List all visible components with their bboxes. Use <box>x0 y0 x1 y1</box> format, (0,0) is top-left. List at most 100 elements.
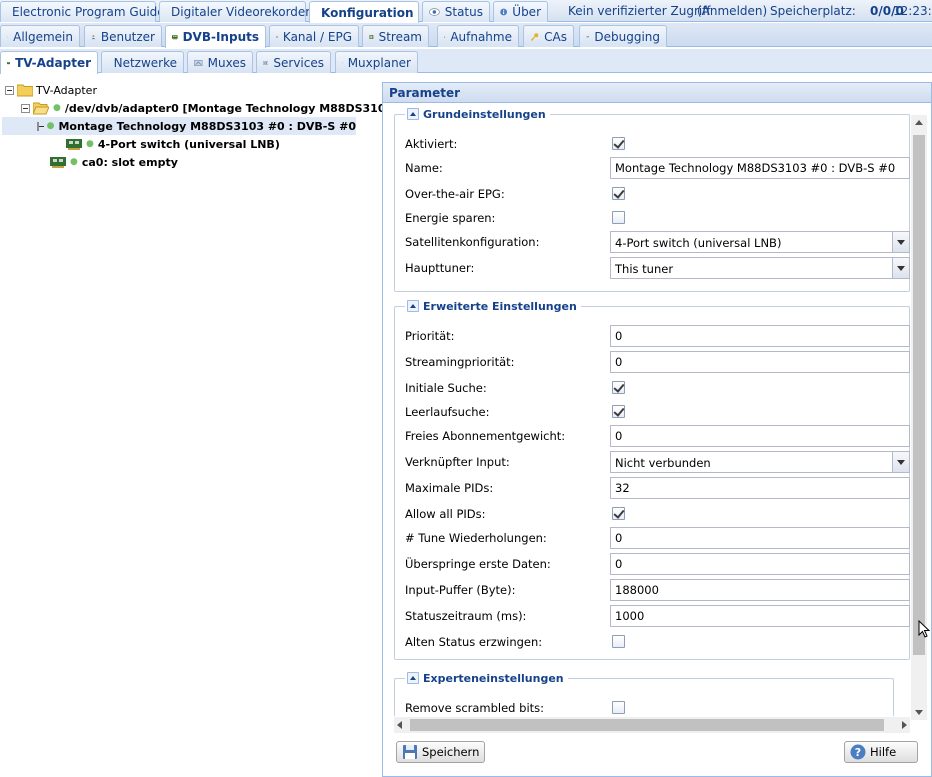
chevron-down-icon[interactable] <box>892 258 909 278</box>
save-button[interactable]: Speichern <box>396 741 486 763</box>
login-link[interactable]: (Anmelden) <box>697 4 767 18</box>
tab-status[interactable]: Status <box>422 1 490 22</box>
tab-channel-epg[interactable]: Kanal / EPG <box>269 25 359 47</box>
field-max-pids: Maximale PIDs: <box>405 477 911 499</box>
enabled-checkbox[interactable] <box>612 137 625 150</box>
expert-settings-legend[interactable]: Experteneinstellungen <box>405 670 568 686</box>
collapse-icon[interactable] <box>5 85 14 95</box>
tree-node-lnb[interactable]: ● 4-Port switch (universal LNB) <box>66 135 280 153</box>
film-icon <box>369 34 374 39</box>
field-input-buffer-label: Input-Puffer (Byte): <box>405 583 516 597</box>
master-tuner-select[interactable]: This tuner <box>610 257 910 279</box>
ota-epg-checkbox[interactable] <box>612 187 625 200</box>
name-input[interactable] <box>610 157 910 179</box>
field-status-period-label: Statuszeitraum (ms): <box>405 609 527 623</box>
tab-stream[interactable]: Stream <box>362 25 429 47</box>
tab-networks-label: Netzwerke <box>113 55 177 70</box>
power-save-checkbox[interactable] <box>612 211 625 224</box>
tools-icon <box>7 36 9 37</box>
tab-stream-label: Stream <box>378 29 422 44</box>
horizontal-scrollbar[interactable] <box>394 717 910 733</box>
scroll-up-icon[interactable] <box>915 120 923 125</box>
save-icon <box>403 745 417 759</box>
chevron-down-icon[interactable] <box>892 232 909 252</box>
field-stream-priority-label: Streamingpriorität: <box>405 355 515 369</box>
advanced-settings-legend[interactable]: Erweiterte Einstellungen <box>405 298 581 314</box>
idle-scan-checkbox[interactable] <box>612 405 625 418</box>
help-button-label: Hilfe <box>870 745 897 759</box>
help-button[interactable]: ? Hilfe <box>844 741 918 763</box>
chevron-down-icon[interactable] <box>892 452 909 472</box>
field-max-pids-label: Maximale PIDs: <box>405 481 494 495</box>
status-dot-icon: ● <box>53 103 61 113</box>
collapse-icon[interactable] <box>37 121 45 131</box>
tab-users[interactable]: Benutzer <box>84 25 162 47</box>
tab-epg[interactable]: EPG Electronic Program Guide <box>0 1 165 22</box>
master-tuner-value: This tuner <box>615 262 674 276</box>
tab-general[interactable]: Allgemein <box>0 25 80 47</box>
tab-recording[interactable]: REC Aufnahme <box>437 25 519 47</box>
horizontal-scroll-thumb[interactable] <box>410 719 884 731</box>
field-ota-epg: Over-the-air EPG: <box>405 183 911 205</box>
sat-config-select[interactable]: 4-Port switch (universal LNB) <box>610 231 910 253</box>
allow-all-pids-checkbox[interactable] <box>612 507 625 520</box>
adapter-icon <box>66 139 82 150</box>
status-dot-icon: ● <box>70 157 78 167</box>
collapse-icon[interactable] <box>407 300 419 312</box>
stream-priority-input[interactable] <box>610 351 910 373</box>
field-remove-scrambled: Remove scrambled bits: <box>405 697 911 716</box>
field-sat-config: Satellitenkonfiguration: 4-Port switch (… <box>405 231 911 253</box>
tree-node-adapter[interactable]: ● /dev/dvb/adapter0 [Montage Technology … <box>21 99 419 117</box>
field-initial-scan: Initiale Suche: <box>405 377 911 399</box>
tree-node-ca[interactable]: ● ca0: slot empty <box>50 153 178 171</box>
initial-scan-checkbox[interactable] <box>612 381 625 394</box>
vertical-scroll-thumb[interactable] <box>913 135 925 655</box>
scroll-left-icon[interactable] <box>397 721 402 729</box>
info-icon <box>500 8 508 16</box>
collapse-icon[interactable] <box>407 108 419 120</box>
tab-cas[interactable]: CAs <box>523 25 574 47</box>
tab-mux-planner[interactable]: Muxplaner <box>335 51 418 73</box>
linked-input-select[interactable]: Nicht verbunden <box>610 451 910 473</box>
folder-open-icon <box>33 102 49 115</box>
tab-debugging[interactable]: Debugging <box>579 25 667 47</box>
input-buffer-input[interactable] <box>610 579 910 601</box>
field-idle-scan: Leerlaufsuche: <box>405 401 911 423</box>
field-force-old-status: Alten Status erzwingen: <box>405 631 911 653</box>
tab-general-label: Allgemein <box>13 29 73 44</box>
collapse-icon[interactable] <box>407 672 419 684</box>
sat-config-value: 4-Port switch (universal LNB) <box>615 236 782 250</box>
tune-repeats-input[interactable] <box>610 527 910 549</box>
status-period-input[interactable] <box>610 605 910 627</box>
tab-about[interactable]: Über <box>493 1 548 22</box>
remove-scrambled-checkbox[interactable] <box>612 701 625 714</box>
tab-configuration[interactable]: Konfiguration <box>309 1 419 23</box>
tree-adapter-label: /dev/dvb/adapter0 [Montage Technology M8… <box>64 101 419 115</box>
tab-muxes[interactable]: Muxes <box>187 51 253 73</box>
tab-mux-planner-label: Muxplaner <box>347 55 411 70</box>
adapter-icon <box>7 62 11 65</box>
expert-settings-title: Experteneinstellungen <box>423 671 564 685</box>
priority-input[interactable] <box>610 325 910 347</box>
skip-initial-input[interactable] <box>610 553 910 575</box>
tab-dvb-inputs[interactable]: DVB-Inputs <box>165 25 266 48</box>
free-weight-input[interactable] <box>610 425 910 447</box>
field-linked-input: Verknüpfter Input: Nicht verbunden <box>405 451 911 473</box>
dvb-tab-bar: TV-Adapter Netzwerke Muxes Services Muxp… <box>0 49 932 74</box>
scroll-down-icon[interactable] <box>915 710 923 715</box>
tree-node-root[interactable]: TV-Adapter <box>5 81 97 99</box>
collapse-icon[interactable] <box>21 103 30 113</box>
tab-networks[interactable]: Netzwerke <box>101 51 184 73</box>
field-master-tuner-label: Haupttuner: <box>405 261 475 275</box>
basic-settings-legend[interactable]: Grundeinstellungen <box>405 106 550 122</box>
field-idle-scan-label: Leerlaufsuche: <box>405 405 490 419</box>
folder-icon <box>17 84 33 97</box>
scroll-right-icon[interactable] <box>902 721 907 729</box>
tab-dvr[interactable]: Digitaler Videorekorder <box>159 1 310 22</box>
max-pids-input[interactable] <box>610 477 910 499</box>
force-old-status-checkbox[interactable] <box>612 635 625 648</box>
tab-about-label: Über <box>512 5 541 19</box>
tree-node-frontend[interactable]: ● Montage Technology M88DS3103 #0 : DVB-… <box>2 117 356 135</box>
tab-tv-adapter[interactable]: TV-Adapter <box>0 51 98 74</box>
tab-services[interactable]: Services <box>256 51 331 73</box>
